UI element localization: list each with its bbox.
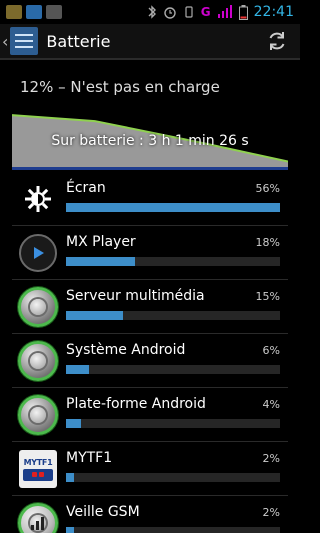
- signal-icon: [217, 5, 232, 18]
- list-item[interactable]: Plate-forme Android 4%: [12, 388, 288, 442]
- brightness-icon: [18, 179, 58, 219]
- android-gear-icon: [18, 395, 58, 435]
- list-item-percent: 2%: [262, 452, 280, 465]
- notification-icon: [6, 5, 22, 19]
- usage-bar-track: [66, 419, 280, 428]
- list-item-percent: 2%: [262, 506, 280, 519]
- usage-bar-track: [66, 203, 280, 212]
- list-item-name: Système Android: [66, 342, 186, 358]
- list-item-name: MYTF1: [66, 450, 113, 466]
- usage-bar-track: [66, 311, 280, 320]
- system-icons: G 22:41: [147, 4, 300, 20]
- action-bar: ‹ Batterie: [0, 24, 300, 60]
- graph-baseline: [12, 167, 288, 170]
- battery-settings-icon[interactable]: [10, 27, 39, 55]
- vibrate-icon: [185, 6, 193, 18]
- list-item[interactable]: MYTF1 MYTF1 2%: [12, 442, 288, 496]
- usage-bar-track: [66, 365, 280, 374]
- battery-summary: 12% – N'est pas en charge: [20, 78, 220, 96]
- usage-bar-fill: [66, 419, 82, 428]
- list-item[interactable]: MX Player 18%: [12, 226, 288, 280]
- list-item-percent: 56%: [255, 182, 280, 195]
- list-item-percent: 6%: [262, 344, 280, 357]
- network-icon: G: [200, 5, 211, 19]
- page-title: Batterie: [46, 31, 111, 51]
- list-item-name: Plate-forme Android: [66, 396, 206, 412]
- battery-history-graph[interactable]: Sur batterie : 3 h 1 min 26 s: [11, 112, 289, 170]
- usage-list: Écran 56% MX Player 18% Serveur multimédia 15…: [0, 172, 300, 533]
- mx-player-icon: [18, 233, 58, 273]
- refresh-button[interactable]: [264, 28, 290, 54]
- usage-bar-track: [66, 257, 280, 266]
- list-item-name: MX Player: [66, 234, 136, 250]
- mytf1-logo-icon: MYTF1: [18, 449, 58, 489]
- photo-icon: [46, 5, 62, 19]
- usage-bar-fill: [66, 257, 135, 266]
- usage-bar-fill: [66, 203, 280, 212]
- list-item-name: Écran: [66, 180, 106, 196]
- list-item-percent: 15%: [255, 290, 280, 303]
- battery-icon: [238, 4, 248, 20]
- list-item-name: Veille GSM: [66, 504, 140, 520]
- list-item[interactable]: Veille GSM 2%: [12, 496, 288, 533]
- usage-bar-track: [66, 527, 280, 533]
- up-navigation-icon[interactable]: ‹: [0, 32, 8, 51]
- cell-signal-icon: [18, 503, 58, 533]
- clock: 22:41: [253, 4, 294, 20]
- android-gear-icon: [18, 287, 58, 327]
- list-item[interactable]: Serveur multimédia 15%: [12, 280, 288, 334]
- list-item-name: Serveur multimédia: [66, 288, 205, 304]
- bluetooth-icon: [148, 5, 156, 19]
- mytf1-logo-text: MYTF1: [23, 457, 53, 467]
- list-item-percent: 18%: [255, 236, 280, 249]
- notification-area: [0, 5, 62, 19]
- refresh-icon: [269, 32, 285, 50]
- replay-icon: [26, 5, 42, 19]
- alarm-icon: [164, 7, 176, 19]
- list-item-percent: 4%: [262, 398, 280, 411]
- usage-bar-track: [66, 473, 280, 482]
- list-item[interactable]: Système Android 6%: [12, 334, 288, 388]
- usage-bar-fill: [66, 527, 74, 533]
- android-gear-icon: [18, 341, 58, 381]
- usage-bar-fill: [66, 473, 74, 482]
- graph-time-on-battery: Sur batterie : 3 h 1 min 26 s: [51, 133, 249, 149]
- usage-bar-fill: [66, 365, 89, 374]
- usage-bar-fill: [66, 311, 124, 320]
- list-item[interactable]: Écran 56%: [12, 172, 288, 226]
- status-bar: G 22:41: [0, 0, 300, 24]
